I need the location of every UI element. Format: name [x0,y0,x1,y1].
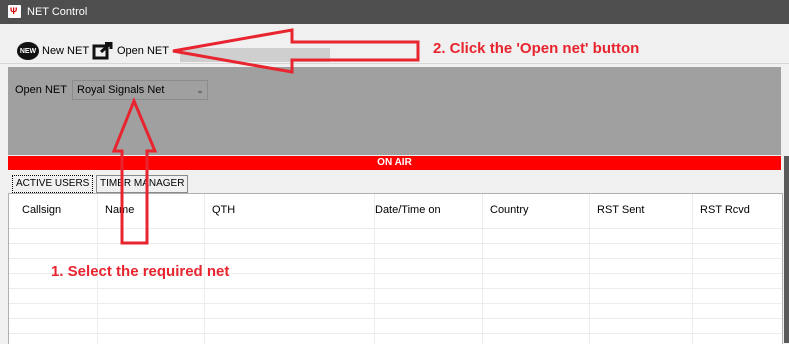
tab-timer-manager[interactable]: TIMER MANAGER [96,175,189,193]
col-header-datetime[interactable]: Date/Time on [375,204,441,216]
open-net-button[interactable]: Open NET [92,40,169,62]
annotation-step-2: 2. Click the 'Open net' button [433,40,640,57]
new-badge-icon: NEW [17,42,39,60]
col-header-qth[interactable]: QTH [212,204,235,216]
tab-strip: ACTIVE USERS TIMER MANAGER [8,172,781,194]
radio-tower-icon: Ψ [8,5,21,18]
table-row [9,228,782,229]
open-net-label: Open NET [117,45,169,57]
col-header-country[interactable]: Country [490,204,529,216]
grid-col-line [482,194,483,344]
grid-col-line [374,194,375,344]
col-header-name[interactable]: Name [105,204,134,216]
net-select-dropdown[interactable]: Royal Signals Net ⌄ [72,80,208,100]
toolbar-obscured-button [180,48,330,62]
table-row [9,303,782,304]
on-air-bar: ON AIR [8,156,781,170]
grid-col-line [692,194,693,344]
side-panel-edge [784,156,789,343]
open-external-icon [92,41,114,60]
table-row [9,258,782,259]
tab-active-users[interactable]: ACTIVE USERS [12,175,94,193]
toolbar: NEW New NET Open NET [0,35,789,64]
table-row [9,243,782,244]
table-row [9,318,782,319]
new-net-label: New NET [42,45,90,57]
chevron-down-icon: ⌄ [196,84,204,95]
window-titlebar: Ψ NET Control [0,0,789,24]
col-header-rst-sent[interactable]: RST Sent [597,204,645,216]
table-row [9,288,782,289]
new-net-button[interactable]: NEW New NET [17,40,89,62]
table-row [9,333,782,334]
col-header-callsign[interactable]: Callsign [22,204,61,216]
open-net-field-label: Open NET [15,84,67,96]
annotation-step-1: 1. Select the required net [51,263,230,280]
window-title: NET Control [27,6,88,18]
grid-col-line [589,194,590,344]
net-select-value: Royal Signals Net [77,84,165,96]
open-net-panel: Open NET Royal Signals Net ⌄ [8,67,781,155]
col-header-rst-rcvd[interactable]: RST Rcvd [700,204,750,216]
